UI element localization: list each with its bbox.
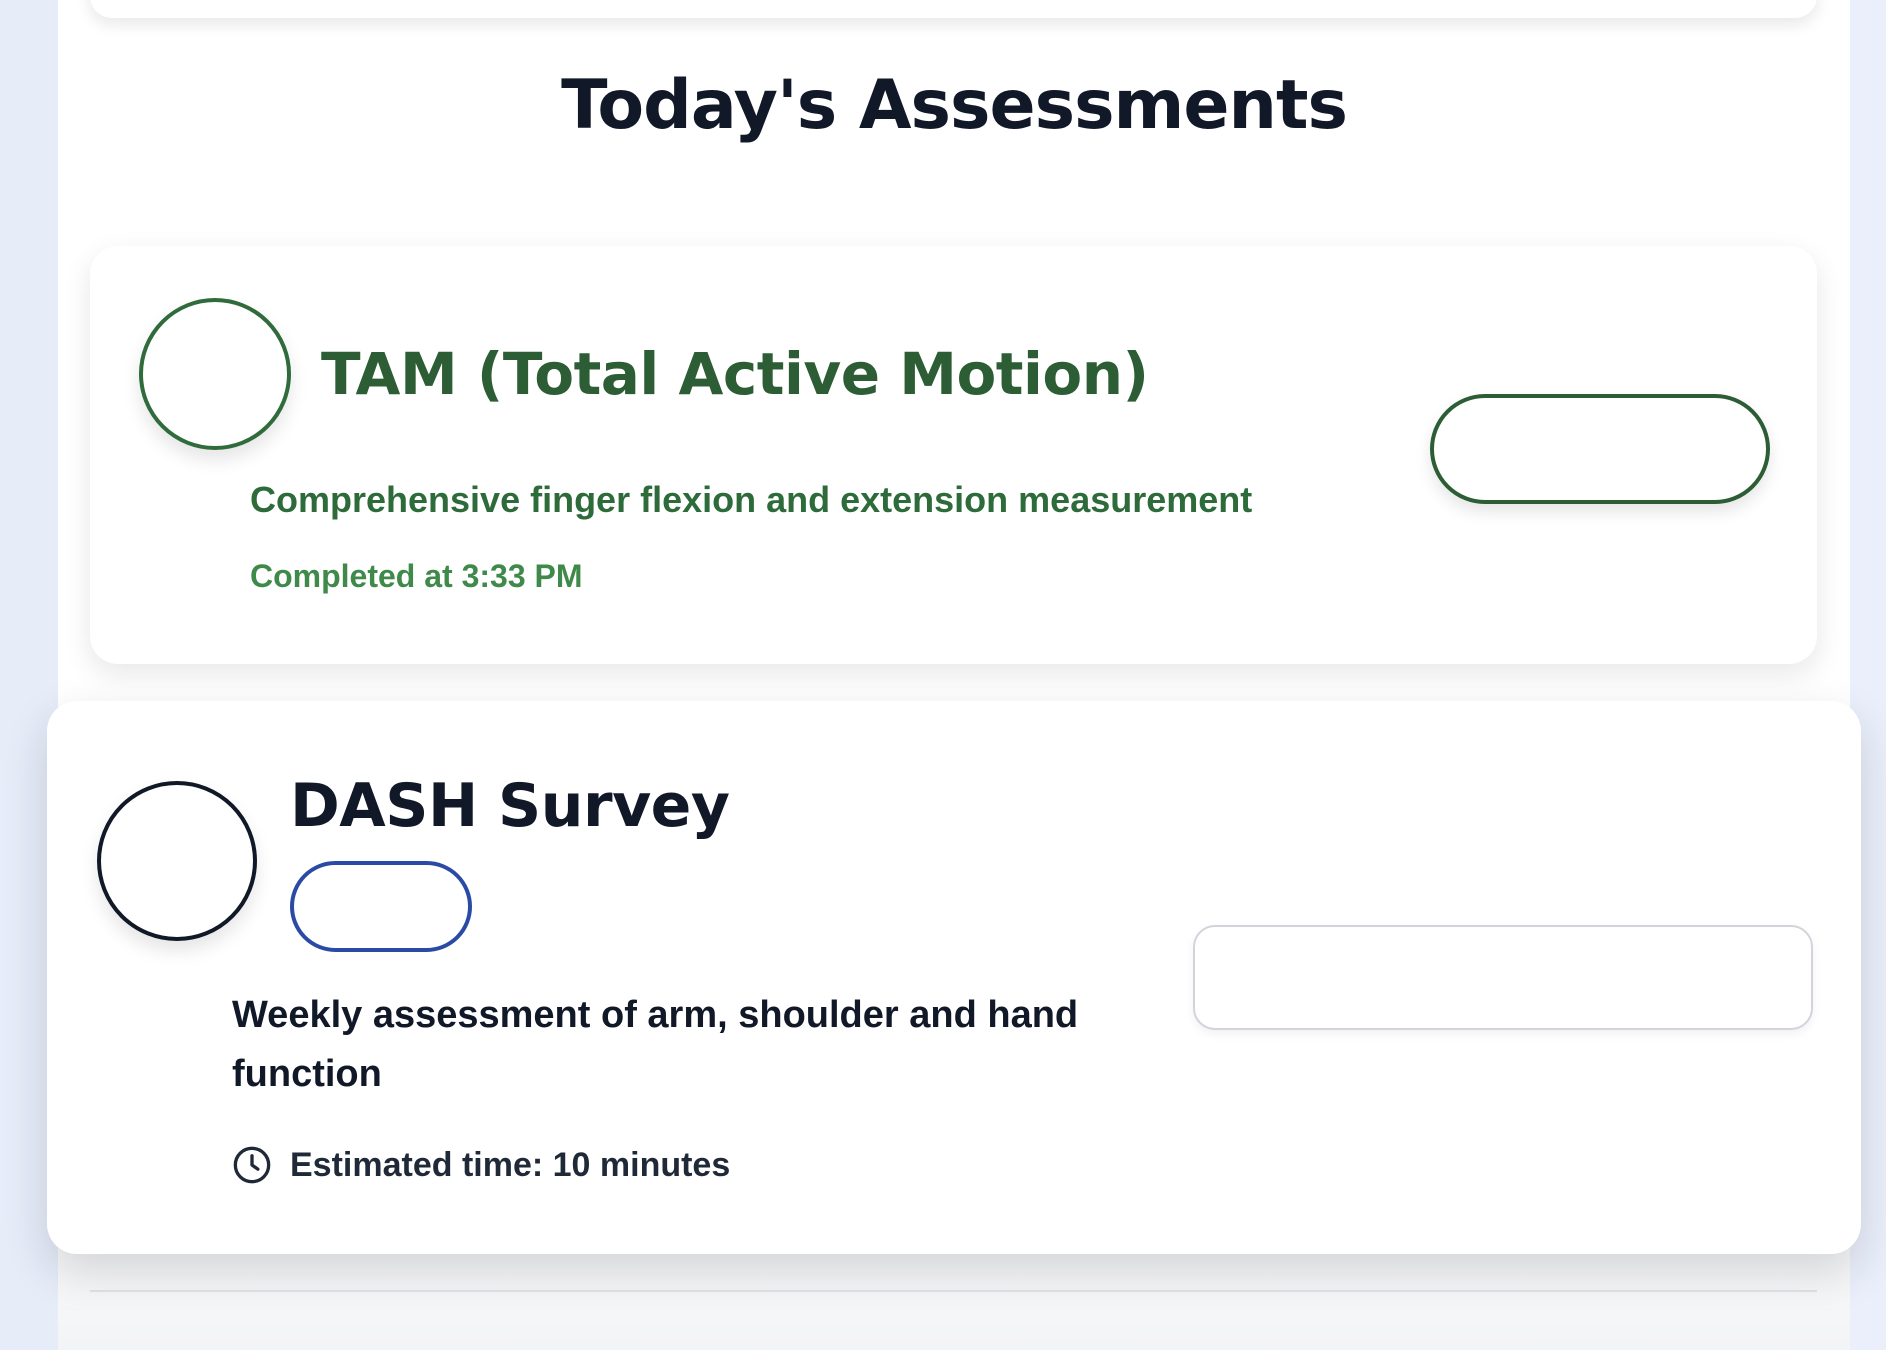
page-title: Today's Assessments: [561, 66, 1348, 145]
completed-status-circle: [139, 298, 291, 450]
assessment-title: TAM (Total Active Motion): [321, 340, 1149, 408]
frequency-badge: [290, 861, 472, 952]
assessment-title: DASH Survey: [290, 771, 730, 841]
assessment-description: Comprehensive finger flexion and extensi…: [250, 479, 1253, 520]
start-assessment-button[interactable]: [1193, 925, 1813, 1030]
completed-time-text: Completed at 3:33 PM: [250, 558, 583, 594]
assessment-card-tam: TAM (Total Active Motion) Comprehensive …: [90, 246, 1817, 664]
divider: [90, 1290, 1817, 1292]
assessment-description: Weekly assessment of arm, shoulder and h…: [232, 994, 1079, 1095]
estimated-time: Estimated time: 10 minutes: [232, 1141, 730, 1189]
content-panel-footer: [58, 1240, 1850, 1350]
assessment-card-dash: DASH Survey Weekly assessment of arm, sh…: [47, 701, 1861, 1254]
pending-status-circle: [97, 781, 257, 941]
previous-card: [90, 0, 1817, 18]
estimated-time-label: Estimated time: 10 minutes: [290, 1145, 731, 1184]
view-results-button[interactable]: [1430, 394, 1770, 504]
clock-icon: [233, 1146, 271, 1184]
